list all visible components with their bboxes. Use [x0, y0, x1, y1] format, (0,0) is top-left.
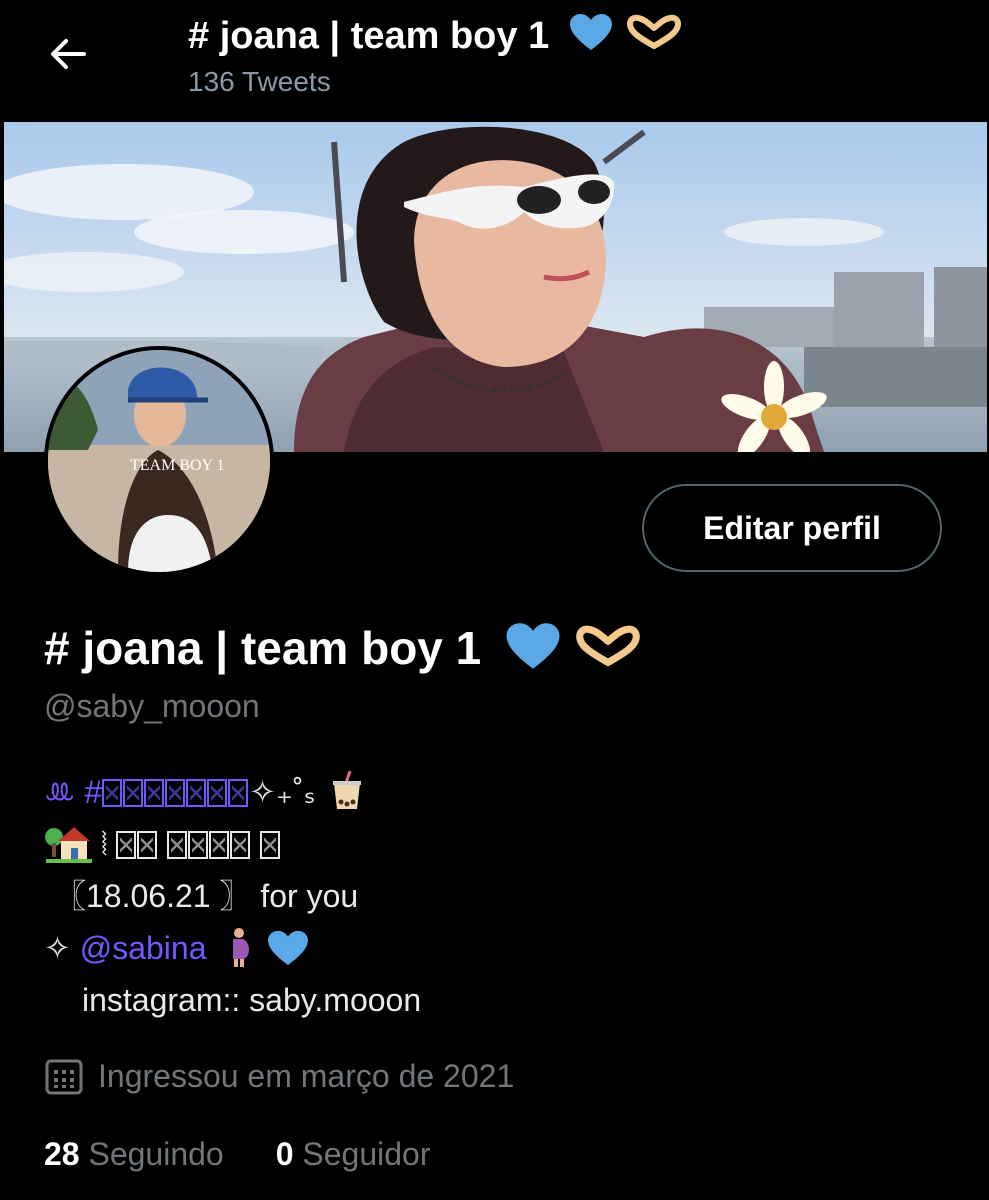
- calendar-icon: [45, 1059, 83, 1095]
- heart-hands-icon: [575, 625, 640, 667]
- blue-heart-icon: [569, 14, 612, 50]
- bio-hashtag-glyphs[interactable]: [102, 774, 249, 810]
- header-display-name: # joana | team boy 1: [188, 15, 550, 57]
- bubble-tea-icon: [333, 770, 362, 809]
- follow-stats: 28 Seguindo 0 Seguidor: [44, 1136, 431, 1173]
- bio-sparkle: ✧: [44, 930, 71, 966]
- edit-profile-label: Editar perfil: [703, 509, 881, 546]
- bio-hashtag[interactable]: ꔛ #: [44, 774, 102, 810]
- top-bar: # joana | team boy 1 136 Tweets: [0, 0, 989, 120]
- profile-name: # joana | team boy 1: [44, 620, 641, 675]
- tweet-count: 136 Tweets: [188, 66, 331, 97]
- bio-line-2: ⦚: [44, 818, 421, 870]
- avatar-photo: TEAM BOY 1: [48, 350, 270, 572]
- joined-date: Ingressou em março de 2021: [44, 1056, 514, 1096]
- avatar-overlay-text: TEAM BOY 1: [130, 457, 225, 474]
- joined-date-text: Ingressou em março de 2021: [98, 1057, 515, 1094]
- bio-mark: ⦚: [100, 826, 108, 862]
- bio-line-5: instagram:: saby.mooon: [82, 982, 422, 1018]
- following-count: 28: [44, 1136, 80, 1172]
- blue-heart-icon: [268, 930, 309, 966]
- profile-display-name: # joana | team boy 1: [44, 622, 482, 674]
- profile-bio: ꔛ # ✧₊˚ₛ ⦚ 〖18.06.21 〗 for you ✧ @sabina: [44, 766, 421, 1026]
- header-title: # joana | team boy 1: [188, 12, 682, 58]
- edit-profile-button[interactable]: Editar perfil: [642, 484, 942, 572]
- arrow-left-icon: [51, 39, 86, 69]
- bio-mention-link[interactable]: @sabina: [80, 930, 207, 966]
- profile-handle: @saby_mooon: [44, 688, 260, 724]
- bio-line-3: 〖18.06.21 〗 for you: [54, 878, 359, 914]
- following-label: Seguindo: [88, 1136, 224, 1172]
- house-with-garden-icon: [45, 827, 92, 863]
- following-link[interactable]: 28 Seguindo: [44, 1136, 224, 1173]
- heart-hands-icon: [627, 14, 682, 49]
- followers-count: 0: [275, 1136, 294, 1172]
- followers-label: Seguidor: [302, 1136, 431, 1172]
- blue-heart-icon: [506, 623, 560, 669]
- back-button[interactable]: [44, 30, 92, 78]
- bio-line-1: ꔛ # ✧₊˚ₛ: [44, 766, 421, 818]
- pregnant-woman-icon: [233, 928, 250, 967]
- bio-sparkle-text: ✧₊˚ₛ: [249, 774, 316, 810]
- followers-link[interactable]: 0 Seguidor: [276, 1136, 431, 1173]
- bio-line-4: ✧ @sabina: [44, 922, 421, 974]
- avatar[interactable]: TEAM BOY 1: [44, 346, 274, 576]
